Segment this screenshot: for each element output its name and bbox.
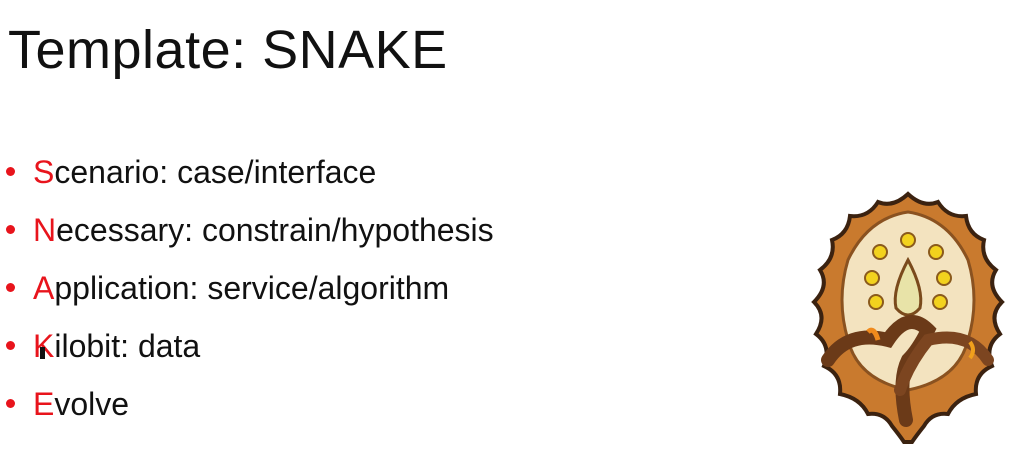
- bullet-item-application: Application: service/algorithm: [0, 264, 494, 322]
- bullet-text: ecessary: constrain/hypothesis: [56, 212, 494, 248]
- bullet-text: pplication: service/algorithm: [54, 270, 450, 306]
- bullet-initial: A: [33, 270, 55, 306]
- bullet-initial: N: [33, 212, 57, 248]
- bullet-text: volve: [54, 386, 130, 422]
- bullet-item-necessary: Necessary: constrain/hypothesis: [0, 206, 494, 264]
- bullet-list: Scenario: case/interface Necessary: cons…: [0, 148, 494, 438]
- bullet-item-kilobit: Kilobit: data: [0, 322, 494, 380]
- snake-emblem-icon: [811, 191, 1005, 444]
- bullet-icon: [6, 283, 15, 292]
- bullet-icon: [6, 225, 15, 234]
- bullet-text: cenario: case/interface: [54, 154, 377, 190]
- bullet-icon: [6, 167, 15, 176]
- slide-title: Template: SNAKE: [8, 20, 448, 80]
- bullet-item-evolve: Evolve: [0, 380, 494, 438]
- bullet-initial: E: [33, 386, 55, 422]
- bullet-initial: S: [33, 154, 55, 190]
- bullet-item-scenario: Scenario: case/interface: [0, 148, 494, 206]
- bullet-icon: [6, 399, 15, 408]
- bullet-text: ilobit: data: [54, 328, 201, 364]
- bullet-icon: [6, 341, 15, 350]
- text-cursor-icon: [40, 347, 45, 359]
